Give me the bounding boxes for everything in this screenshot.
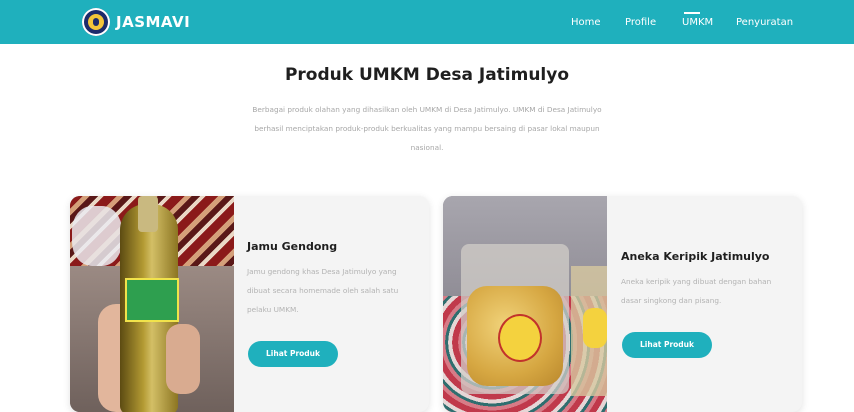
nav-link-penyuratan[interactable]: Penyuratan: [736, 17, 793, 28]
page-title: Produk UMKM Desa Jatimulyo: [284, 65, 570, 85]
product-card-body: Jamu Gendong Jamu gendong khas Desa Jati…: [247, 240, 417, 319]
keripik-photo: [443, 196, 607, 412]
nav-link-profile[interactable]: Profile: [625, 17, 656, 28]
product-card-body: Aneka Keripik Jatimulyo Aneka keripik ya…: [621, 250, 791, 310]
product-card-aneka-keripik: Aneka Keripik Jatimulyo Aneka keripik ya…: [443, 196, 802, 412]
product-title: Aneka Keripik Jatimulyo: [621, 250, 770, 263]
brand[interactable]: JASMAVI: [82, 8, 190, 36]
product-title: Jamu Gendong: [247, 240, 338, 253]
view-product-button[interactable]: Lihat Produk: [248, 341, 338, 367]
jasmavi-logo-icon: [82, 8, 110, 36]
view-product-button[interactable]: Lihat Produk: [622, 332, 712, 358]
product-card-jamu-gendong: Jamu Gendong Jamu gendong khas Desa Jati…: [70, 196, 429, 412]
nav-link-umkm[interactable]: UMKM: [682, 12, 713, 28]
jamu-bottle-photo: [70, 196, 234, 412]
product-description: Jamu gendong khas Desa Jatimulyo yang di…: [247, 267, 399, 314]
nav-link-home[interactable]: Home: [571, 17, 601, 28]
product-description: Aneka keripik yang dibuat dengan bahan d…: [621, 277, 772, 305]
navbar: JASMAVI Home Profile UMKM Penyuratan: [0, 0, 854, 44]
brand-name: JASMAVI: [116, 13, 191, 31]
page-intro: Berbagai produk olahan yang dihasilkan o…: [252, 105, 602, 152]
